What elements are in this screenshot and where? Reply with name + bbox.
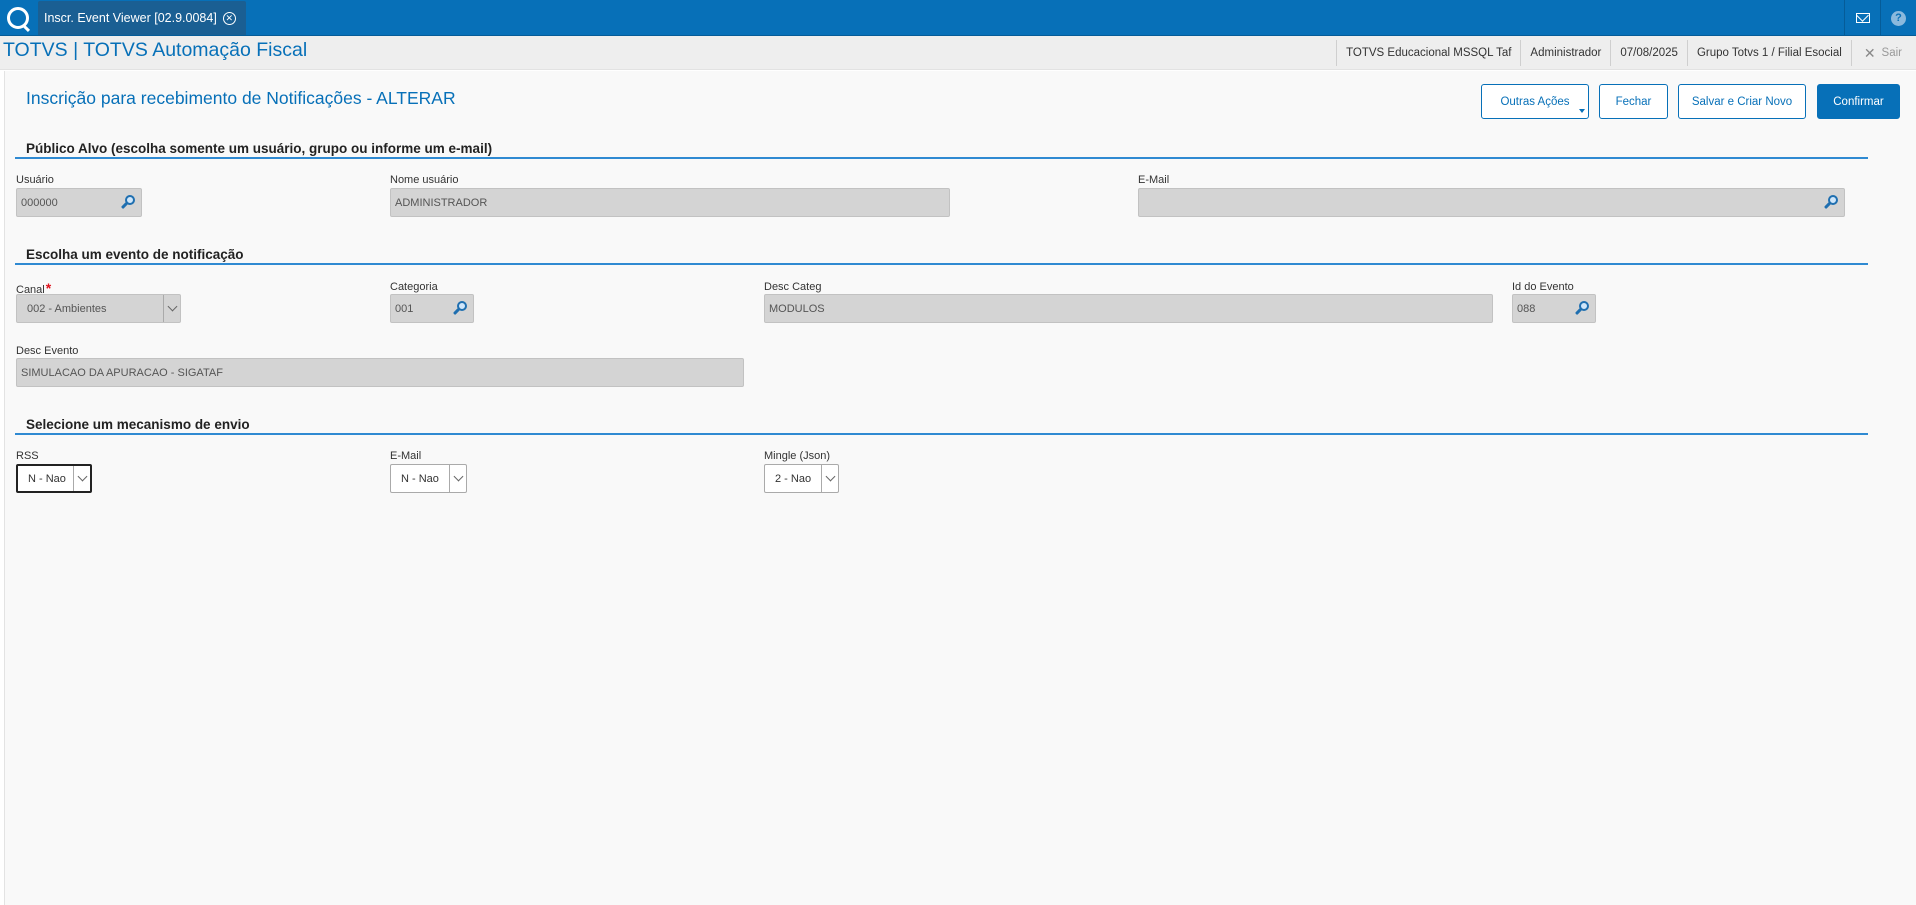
close-button[interactable]: Fechar <box>1599 84 1668 119</box>
user-label: Usuário <box>16 174 54 186</box>
mail-icon[interactable] <box>1844 0 1880 36</box>
section-divider <box>15 157 1868 159</box>
other-actions-button[interactable]: Outras Ações <box>1481 84 1589 119</box>
save-new-label: Salvar e Criar Novo <box>1691 95 1793 108</box>
user-info[interactable]: Administrador <box>1520 40 1610 66</box>
confirm-button[interactable]: Confirmar <box>1817 84 1900 119</box>
email-delivery-value: N - Nao <box>401 472 439 485</box>
category-label: Categoria <box>390 281 438 293</box>
caret-down-icon <box>1579 109 1585 113</box>
desc-categ-field: MODULOS <box>764 294 1493 323</box>
exit-button[interactable]: ✕ Sair <box>1850 40 1916 66</box>
tab-inscr-event-viewer[interactable]: Inscr. Event Viewer [02.9.0084] ✕ <box>38 1 246 35</box>
other-actions-label: Outras Ações <box>1500 95 1570 108</box>
help-icon[interactable]: ? <box>1880 0 1916 36</box>
close-label: Fechar <box>1615 95 1652 108</box>
close-icon[interactable]: ✕ <box>222 11 236 25</box>
confirm-label: Confirmar <box>1833 95 1884 108</box>
chevron-down-icon <box>449 465 466 492</box>
chevron-down-icon <box>821 465 838 492</box>
user-value: 000000 <box>21 196 58 209</box>
channel-value: 002 - Ambientes <box>27 302 107 315</box>
environment-info[interactable]: TOTVS Educacional MSSQL Taf <box>1336 40 1520 66</box>
event-id-input[interactable]: 088 <box>1512 294 1596 323</box>
top-bar: Inscr. Event Viewer [02.9.0084] ✕ ? <box>0 0 1916 36</box>
email-delivery-label: E-Mail <box>390 450 422 462</box>
desc-categ-value: MODULOS <box>769 302 825 315</box>
desc-event-value: SIMULACAO DA APURACAO - SIGATAF <box>21 366 223 379</box>
section-divider <box>15 433 1868 435</box>
close-icon: ✕ <box>1863 44 1876 61</box>
search-icon[interactable] <box>120 194 137 210</box>
section-divider <box>15 263 1868 265</box>
tab-label: Inscr. Event Viewer [02.9.0084] <box>44 11 217 25</box>
form-page: Inscrição para recebimento de Notificaçõ… <box>4 71 1916 905</box>
search-icon[interactable] <box>452 300 469 316</box>
save-new-button[interactable]: Salvar e Criar Novo <box>1678 84 1806 119</box>
channel-select[interactable]: 002 - Ambientes <box>16 294 181 323</box>
exit-label: Sair <box>1881 47 1902 59</box>
chevron-down-icon <box>73 466 90 491</box>
page-title: Inscrição para recebimento de Notificaçõ… <box>26 88 456 108</box>
section-event-title: Escolha um evento de notificação <box>26 247 244 262</box>
rss-label: RSS <box>16 450 39 462</box>
event-id-value: 088 <box>1517 302 1536 315</box>
email-delivery-select[interactable]: N - Nao <box>390 464 467 493</box>
chevron-down-icon <box>163 295 180 322</box>
search-icon[interactable] <box>1823 194 1840 210</box>
search-icon[interactable] <box>1574 300 1591 316</box>
section-delivery-title: Selecione um mecanismo de envio <box>26 417 250 432</box>
username-field: ADMINISTRADOR <box>390 188 950 217</box>
branch-info[interactable]: Grupo Totvs 1 / Filial Esocial <box>1686 40 1851 66</box>
user-input[interactable]: 000000 <box>16 188 142 217</box>
rss-select[interactable]: N - Nao <box>16 464 92 493</box>
mingle-value: 2 - Nao <box>775 472 812 485</box>
rss-value: N - Nao <box>28 472 66 485</box>
desc-event-label: Desc Evento <box>16 345 79 357</box>
category-input[interactable]: 001 <box>390 294 474 323</box>
header-bar: TOTVS | TOTVS Automação Fiscal TOTVS Edu… <box>0 36 1916 70</box>
email-input[interactable] <box>1138 188 1845 217</box>
email-label: E-Mail <box>1138 174 1170 186</box>
username-label: Nome usuário <box>390 174 459 186</box>
section-audience-title: Público Alvo (escolha somente um usuário… <box>26 141 493 156</box>
totvs-logo-icon[interactable] <box>0 0 36 36</box>
category-value: 001 <box>395 302 414 315</box>
event-id-label: Id do Evento <box>1512 281 1574 293</box>
mingle-label: Mingle (Json) <box>764 450 831 462</box>
desc-event-field: SIMULACAO DA APURACAO - SIGATAF <box>16 358 744 387</box>
app-title: TOTVS | TOTVS Automação Fiscal <box>3 39 308 61</box>
username-value: ADMINISTRADOR <box>395 196 488 209</box>
mingle-select[interactable]: 2 - Nao <box>764 464 839 493</box>
desc-categ-label: Desc Categ <box>764 281 822 293</box>
date-info[interactable]: 07/08/2025 <box>1610 40 1687 66</box>
